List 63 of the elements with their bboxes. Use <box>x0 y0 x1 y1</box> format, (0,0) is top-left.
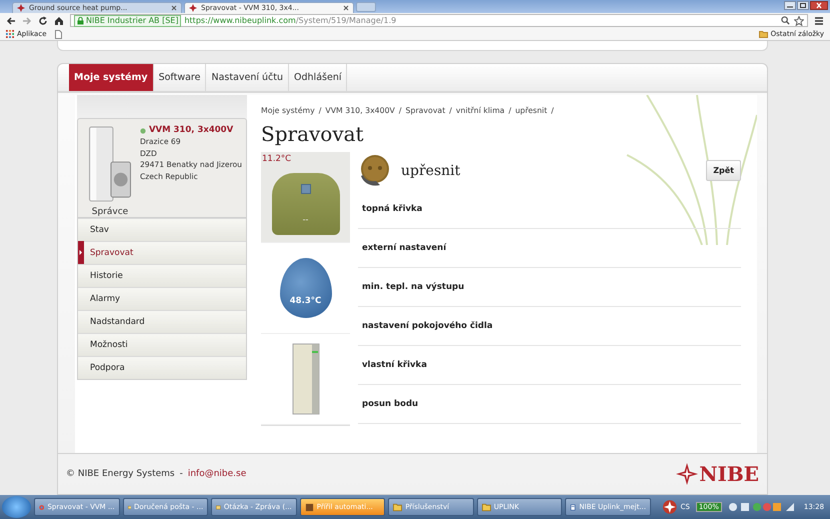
site-icon <box>17 4 25 12</box>
maximize-icon <box>797 1 809 10</box>
site-icon <box>189 4 197 12</box>
indoor-unit-icon <box>292 342 320 415</box>
footer-separator: - <box>180 469 183 480</box>
start-button[interactable] <box>2 496 32 518</box>
back-button[interactable]: Zpět <box>706 160 741 182</box>
app-icon <box>304 502 314 512</box>
pinned-app-icon <box>662 499 678 516</box>
close-icon <box>171 4 177 11</box>
close-icon <box>810 1 828 10</box>
settings-link[interactable]: externí nastavení <box>358 228 741 268</box>
section-title: upřesnit <box>401 162 460 179</box>
house-value: -- <box>302 215 308 224</box>
role-label: Správce <box>92 206 128 217</box>
sidebar-item[interactable]: Stav <box>78 218 246 241</box>
lock-icon <box>77 16 84 25</box>
sidebar-item[interactable]: Historie <box>78 264 246 287</box>
copyright-text: © NIBE Energy Systems <box>66 469 175 480</box>
star-icon <box>794 16 804 26</box>
new-tab-button[interactable] <box>356 2 376 12</box>
sidebar-item[interactable]: Možnosti <box>78 332 246 356</box>
minimize-icon <box>784 1 796 10</box>
diamond-star-icon <box>676 463 698 486</box>
back-arrow-icon <box>6 16 16 26</box>
system-name[interactable]: VVM 310, 3x400V <box>148 124 234 136</box>
sidebar-item[interactable]: Nadstandard <box>78 310 246 333</box>
temperature-reading: 11.2°C <box>262 154 292 164</box>
settings-link[interactable]: vlastní křivka <box>358 346 741 385</box>
temperature-reading: 48.3°C <box>290 296 322 306</box>
reload-icon <box>38 16 48 26</box>
category-tile[interactable]: 11.2°C -- <box>261 152 350 243</box>
settings-link[interactable]: posun bodu <box>358 384 741 424</box>
close-icon <box>343 4 349 11</box>
nav-tab[interactable]: Moje systémy <box>69 64 154 91</box>
arrow-marker-icon <box>78 240 84 264</box>
settings-link[interactable]: topná křivka <box>358 190 741 229</box>
app-icon <box>393 502 402 512</box>
smiley-face-icon <box>358 154 392 188</box>
apps-grid-icon <box>6 30 14 38</box>
address-field[interactable]: NIBE Industrier AB [SE] https://www.nibeuplink.com/System/519/Manage/1.9 <box>70 14 808 28</box>
sidebar-item[interactable]: Alarmy <box>78 286 246 310</box>
app-icon <box>39 502 44 512</box>
nibe-logo: NIBE <box>676 462 759 486</box>
window-icon <box>300 184 310 194</box>
home-icon <box>54 16 64 26</box>
nav-tab[interactable]: Software <box>154 64 206 91</box>
app-icon <box>482 502 491 512</box>
url-text: https://www.nibeuplink.com/System/519/Manage/1.9 <box>184 16 398 26</box>
nav-tab[interactable]: Nastavení účtu <box>206 64 290 91</box>
sidebar-item[interactable]: Podpora <box>78 356 246 379</box>
email-link[interactable]: info@nibe.se <box>188 469 246 480</box>
page-title: Spravovat <box>261 122 365 146</box>
zoom-icon <box>781 16 790 25</box>
site-identity: NIBE Industrier AB [SE] <box>86 16 178 26</box>
menu-icon <box>814 16 824 26</box>
nav-tab[interactable]: Odhlášení <box>289 64 348 91</box>
sidebar-item[interactable]: Spravovat <box>78 240 246 264</box>
settings-link[interactable]: nastavení pokojového čidla <box>358 306 741 346</box>
app-icon <box>570 502 576 512</box>
forward-arrow-icon <box>22 16 32 26</box>
settings-link[interactable]: min. tepl. na výstupu <box>358 268 741 307</box>
app-icon <box>216 502 221 512</box>
